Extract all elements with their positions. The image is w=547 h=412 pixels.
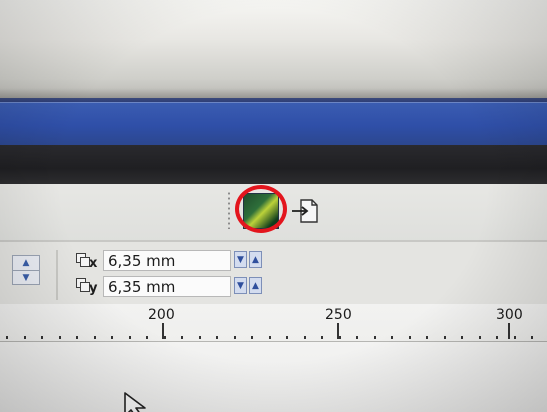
ruler-minor-tick [356, 336, 358, 339]
ruler-minor-tick [303, 336, 306, 339]
ruler-minor-tick [461, 336, 463, 339]
ruler-minor-tick [233, 336, 236, 339]
y-offset-field[interactable]: 6,35 mm [103, 276, 231, 297]
ruler-minor-tick [23, 336, 26, 339]
ruler-minor-tick [373, 336, 376, 339]
x-decrement-button[interactable]: ▼ [234, 251, 247, 268]
ruler-minor-tick [93, 336, 96, 339]
ruler-minor-tick [216, 336, 218, 339]
nudge-up-button[interactable]: ▲ [13, 256, 39, 270]
ruler-label-250: 250 [325, 307, 352, 323]
ruler-major-tick [337, 323, 339, 339]
monitor-bezel [0, 0, 547, 98]
ruler-minor-tick [531, 336, 533, 339]
x-subscript: x [89, 256, 98, 271]
nudge-down-button[interactable]: ▼ [13, 270, 39, 285]
ruler-minor-tick [128, 336, 131, 339]
ruler-major-tick [508, 323, 510, 339]
ruler-label-200: 200 [148, 307, 175, 323]
ruler-minor-tick [146, 336, 148, 339]
ruler-minor-tick [251, 336, 253, 339]
menu-bar-shadow [0, 145, 547, 184]
ruler-minor-tick [76, 336, 78, 339]
x-offset-field[interactable]: 6,35 mm [103, 250, 231, 271]
ruler-minor-tick [181, 336, 183, 339]
vertical-separator [56, 250, 58, 300]
ruler-minor-tick [6, 336, 8, 339]
y-decrement-button[interactable]: ▼ [234, 277, 247, 294]
drawing-canvas[interactable] [0, 342, 547, 412]
ruler-minor-tick [268, 336, 271, 339]
x-increment-button[interactable]: ▲ [249, 251, 262, 268]
ruler-minor-tick [321, 336, 323, 339]
duplicate-distance-y-icon: y [76, 278, 98, 296]
red-highlight-circle [235, 185, 287, 233]
ruler-minor-tick [391, 336, 393, 339]
x-offset-spinner[interactable]: ▼ ▲ [234, 251, 264, 270]
duplicate-distance-x-icon: x [76, 253, 98, 271]
nudge-stepper[interactable]: ▲ ▼ [12, 255, 40, 285]
ruler-minor-tick [41, 336, 43, 339]
ruler-minor-tick [478, 336, 481, 339]
y-offset-spinner[interactable]: ▼ ▲ [234, 277, 264, 296]
ruler-minor-tick [286, 336, 288, 339]
ruler-minor-tick [496, 336, 498, 339]
ruler-minor-tick [58, 336, 61, 339]
export-to-page-icon[interactable] [291, 198, 319, 224]
ruler-minor-tick [426, 336, 428, 339]
screen-photo: ▲ ▼ x 6,35 mm ▼ ▲ y 6,35 mm ▼ ▲ 200 250 … [0, 0, 547, 412]
ruler-major-tick [162, 323, 164, 339]
y-subscript: y [89, 281, 98, 296]
ruler-minor-tick [198, 336, 201, 339]
mouse-pointer-icon [124, 392, 146, 412]
toolbar-grip-handle[interactable] [227, 191, 231, 229]
ruler-minor-tick [408, 336, 411, 339]
y-increment-button[interactable]: ▲ [249, 277, 262, 294]
ruler-minor-tick [443, 336, 446, 339]
ruler-label-300: 300 [496, 307, 523, 323]
window-title-bar[interactable] [0, 102, 547, 145]
ruler-minor-tick [513, 336, 516, 339]
ruler-minor-tick [111, 336, 113, 339]
horizontal-ruler[interactable]: 200 250 300 [0, 304, 547, 342]
